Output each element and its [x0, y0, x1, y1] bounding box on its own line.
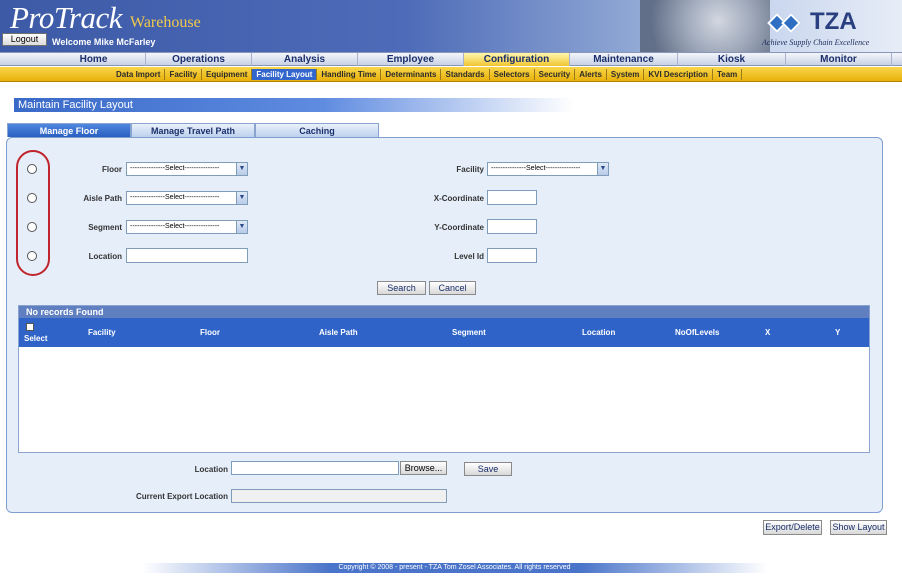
- radio-aisle-path[interactable]: [27, 193, 37, 203]
- chevron-down-icon: ▼: [597, 163, 608, 175]
- grid-header-segment[interactable]: Segment: [452, 328, 486, 337]
- brand-name: ProTrack: [10, 0, 122, 35]
- x-coordinate-label: X-Coordinate: [433, 194, 484, 203]
- subnav-standards[interactable]: Standards: [441, 69, 490, 80]
- nav-configuration[interactable]: Configuration: [464, 53, 570, 66]
- subnav-selectors[interactable]: Selectors: [490, 69, 535, 80]
- floor-select[interactable]: ---------------Select--------------- ▼: [126, 162, 248, 176]
- subnav-kvi-description[interactable]: KVI Description: [644, 69, 713, 80]
- floor-label: Floor: [102, 165, 122, 174]
- current-export-location-label: Current Export Location: [135, 492, 228, 501]
- select-all-checkbox[interactable]: [26, 323, 34, 331]
- page-title: Maintain Facility Layout: [14, 98, 574, 112]
- nav-kiosk[interactable]: Kiosk: [678, 53, 786, 66]
- search-button[interactable]: Search: [377, 281, 426, 295]
- segment-label: Segment: [88, 223, 122, 232]
- level-id-input[interactable]: [487, 248, 537, 263]
- welcome-text: Welcome Mike McFarley: [52, 37, 156, 47]
- nav-employee[interactable]: Employee: [358, 53, 464, 66]
- subnav-alerts[interactable]: Alerts: [575, 69, 607, 80]
- grid-header: Select Facility Floor Aisle Path Segment…: [19, 318, 869, 347]
- subnav-data-import[interactable]: Data Import: [112, 69, 166, 80]
- nav-analysis[interactable]: Analysis: [252, 53, 358, 66]
- copyright-footer: Copyright © 2008 - present - TZA Tom Zos…: [142, 563, 767, 573]
- current-export-location-field: [231, 489, 447, 503]
- aisle-path-select[interactable]: ---------------Select--------------- ▼: [126, 191, 248, 205]
- brand-subtitle: Warehouse: [130, 14, 201, 31]
- grid-header-facility[interactable]: Facility: [88, 328, 116, 337]
- export-location-label: Location: [194, 465, 228, 474]
- radio-location[interactable]: [27, 251, 37, 261]
- floor-select-value: ---------------Select---------------: [130, 165, 220, 172]
- facility-select-value: ---------------Select---------------: [491, 165, 581, 172]
- nav-home[interactable]: Home: [42, 53, 146, 66]
- company-tagline: Achieve Supply Chain Excellence: [762, 38, 870, 47]
- tab-manage-floor[interactable]: Manage Floor: [7, 123, 131, 137]
- x-coordinate-input[interactable]: [487, 190, 537, 205]
- grid-header-noOfLevels[interactable]: NoOfLevels: [675, 328, 719, 337]
- facility-select[interactable]: ---------------Select--------------- ▼: [487, 162, 609, 176]
- subnav-determinants[interactable]: Determinants: [381, 69, 442, 80]
- subnav-security[interactable]: Security: [535, 69, 576, 80]
- grid-header-y[interactable]: Y: [835, 328, 840, 337]
- grid-body: [19, 347, 869, 452]
- tab-caching[interactable]: Caching: [255, 123, 379, 137]
- y-coordinate-label: Y-Coordinate: [434, 223, 484, 232]
- grid-header-aisle-path[interactable]: Aisle Path: [319, 328, 358, 337]
- subnav-system[interactable]: System: [607, 69, 645, 80]
- header-photo: [640, 0, 770, 52]
- subnav-team[interactable]: Team: [713, 69, 743, 80]
- browse-button[interactable]: Browse...: [400, 461, 447, 475]
- nav-operations[interactable]: Operations: [146, 53, 252, 66]
- company-name: TZA: [810, 8, 857, 35]
- y-coordinate-input[interactable]: [487, 219, 537, 234]
- radio-segment[interactable]: [27, 222, 37, 232]
- main-nav: Home Operations Analysis Employee Config…: [0, 52, 902, 66]
- save-button[interactable]: Save: [464, 462, 512, 476]
- tab-manage-travel-path[interactable]: Manage Travel Path: [131, 123, 255, 137]
- nav-monitor[interactable]: Monitor: [786, 53, 892, 66]
- radio-floor[interactable]: [27, 164, 37, 174]
- chevron-down-icon: ▼: [236, 163, 247, 175]
- aisle-path-select-value: ---------------Select---------------: [130, 194, 220, 201]
- subnav-facility[interactable]: Facility: [165, 69, 203, 80]
- grid-header-x[interactable]: X: [765, 328, 770, 337]
- sub-nav: Data Import Facility Equipment Facility …: [0, 67, 902, 82]
- tab-bar: Manage Floor Manage Travel Path Caching: [7, 123, 379, 137]
- chevron-down-icon: ▼: [236, 221, 247, 233]
- grid-header-floor[interactable]: Floor: [200, 328, 220, 337]
- subnav-facility-layout[interactable]: Facility Layout: [252, 69, 318, 80]
- nav-maintenance[interactable]: Maintenance: [570, 53, 678, 66]
- subnav-handling-time[interactable]: Handling Time: [317, 69, 382, 80]
- grid-header-location[interactable]: Location: [582, 328, 615, 337]
- logout-button[interactable]: Logout: [2, 33, 47, 46]
- export-delete-button[interactable]: Export/Delete: [763, 520, 822, 535]
- location-label: Location: [88, 252, 122, 261]
- level-id-label: Level Id: [454, 252, 484, 261]
- company-logo: TZA Achieve Supply Chain Excellence: [762, 8, 892, 50]
- subnav-equipment[interactable]: Equipment: [202, 69, 253, 80]
- cancel-button[interactable]: Cancel: [429, 281, 476, 295]
- app-header: ProTrack Warehouse Logout Welcome Mike M…: [0, 0, 902, 52]
- tza-diamond-icon: [767, 12, 808, 34]
- segment-select-value: ---------------Select---------------: [130, 223, 220, 230]
- facility-label: Facility: [456, 165, 484, 174]
- grid-header-select: Select: [24, 334, 48, 343]
- show-layout-button[interactable]: Show Layout: [830, 520, 887, 535]
- chevron-down-icon: ▼: [236, 192, 247, 204]
- aisle-path-label: Aisle Path: [83, 194, 122, 203]
- grid-caption: No records Found: [19, 306, 869, 318]
- results-grid: No records Found Select Facility Floor A…: [18, 305, 870, 453]
- export-location-input[interactable]: [231, 461, 399, 475]
- location-input[interactable]: [126, 248, 248, 263]
- segment-select[interactable]: ---------------Select--------------- ▼: [126, 220, 248, 234]
